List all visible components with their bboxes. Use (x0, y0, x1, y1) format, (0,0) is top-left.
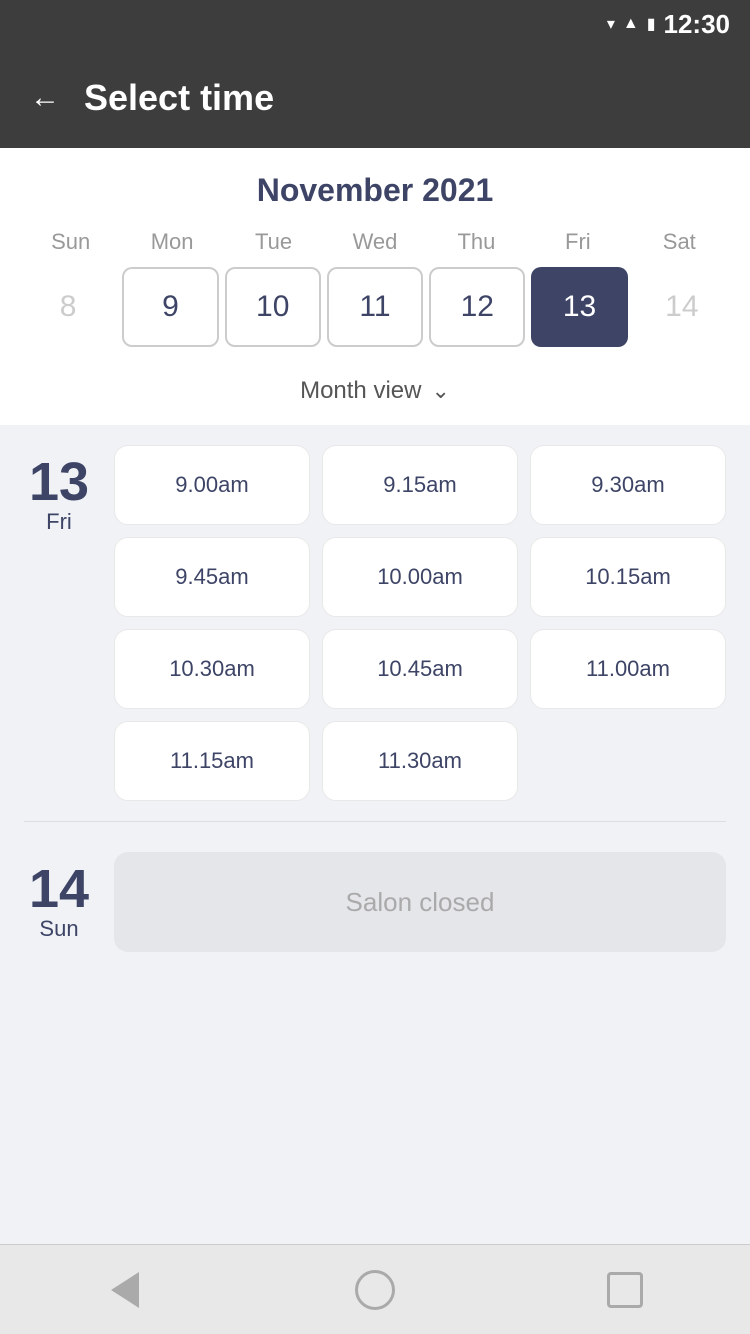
day-divider (24, 821, 726, 822)
weekday-fri: Fri (527, 229, 628, 255)
slots-section: 13 Fri 9.00am 9.15am 9.30am 9.45am 10.00… (0, 425, 750, 1244)
month-view-toggle[interactable]: Month view ⌄ (20, 363, 730, 425)
chevron-down-icon: ⌄ (431, 378, 449, 404)
time-slot-945am[interactable]: 9.45am (114, 537, 310, 617)
calendar-section: November 2021 Sun Mon Tue Wed Thu Fri Sa… (0, 148, 750, 425)
weekday-mon: Mon (121, 229, 222, 255)
time-slot-1000am[interactable]: 10.00am (322, 537, 518, 617)
month-view-label: Month view (300, 377, 421, 405)
month-year-title: November 2021 (20, 172, 730, 209)
date-10[interactable]: 10 (225, 267, 321, 347)
weekday-sun: Sun (20, 229, 121, 255)
date-9[interactable]: 9 (122, 267, 218, 347)
day-name-13: Fri (46, 509, 72, 535)
status-icons: ▾ ▲ ▮ 12:30 (607, 9, 730, 40)
time-slot-1015am[interactable]: 10.15am (530, 537, 726, 617)
time-slot-1115am[interactable]: 11.15am (114, 721, 310, 801)
status-time: 12:30 (664, 9, 731, 40)
day-label-14: 14 Sun (24, 852, 94, 952)
weekday-sat: Sat (629, 229, 730, 255)
time-slot-930am[interactable]: 9.30am (530, 445, 726, 525)
day-number-14: 14 (29, 862, 89, 916)
weekday-row: Sun Mon Tue Wed Thu Fri Sat (20, 229, 730, 255)
wifi-icon: ▾ (607, 14, 615, 34)
weekday-tue: Tue (223, 229, 324, 255)
day-label-13: 13 Fri (24, 445, 94, 801)
battery-icon: ▮ (647, 14, 656, 34)
time-slot-1100am[interactable]: 11.00am (530, 629, 726, 709)
date-8: 8 (20, 267, 116, 347)
day-name-14: Sun (39, 916, 78, 942)
date-11[interactable]: 11 (327, 267, 423, 347)
page-title: Select time (84, 77, 274, 119)
status-bar: ▾ ▲ ▮ 12:30 (0, 0, 750, 48)
header: ← Select time (0, 48, 750, 148)
salon-closed-message: Salon closed (114, 852, 726, 952)
day-block-13: 13 Fri 9.00am 9.15am 9.30am 9.45am 10.00… (24, 445, 726, 801)
weekday-thu: Thu (426, 229, 527, 255)
signal-icon: ▲ (623, 15, 639, 33)
time-slot-1130am[interactable]: 11.30am (322, 721, 518, 801)
date-12[interactable]: 12 (429, 267, 525, 347)
dates-row: 8 9 10 11 12 13 14 (20, 267, 730, 347)
bottom-nav (0, 1244, 750, 1334)
time-grid-13: 9.00am 9.15am 9.30am 9.45am 10.00am 10.1… (114, 445, 726, 801)
nav-home-button[interactable] (350, 1265, 400, 1315)
time-slot-1030am[interactable]: 10.30am (114, 629, 310, 709)
date-14: 14 (634, 267, 730, 347)
day-number-13: 13 (29, 455, 89, 509)
time-slot-1045am[interactable]: 10.45am (322, 629, 518, 709)
nav-back-button[interactable] (100, 1265, 150, 1315)
time-slot-915am[interactable]: 9.15am (322, 445, 518, 525)
weekday-wed: Wed (324, 229, 425, 255)
date-13[interactable]: 13 (531, 267, 627, 347)
back-button[interactable]: ← (30, 81, 60, 115)
nav-recents-button[interactable] (600, 1265, 650, 1315)
day-block-14: 14 Sun Salon closed (24, 852, 726, 952)
time-slot-900am[interactable]: 9.00am (114, 445, 310, 525)
